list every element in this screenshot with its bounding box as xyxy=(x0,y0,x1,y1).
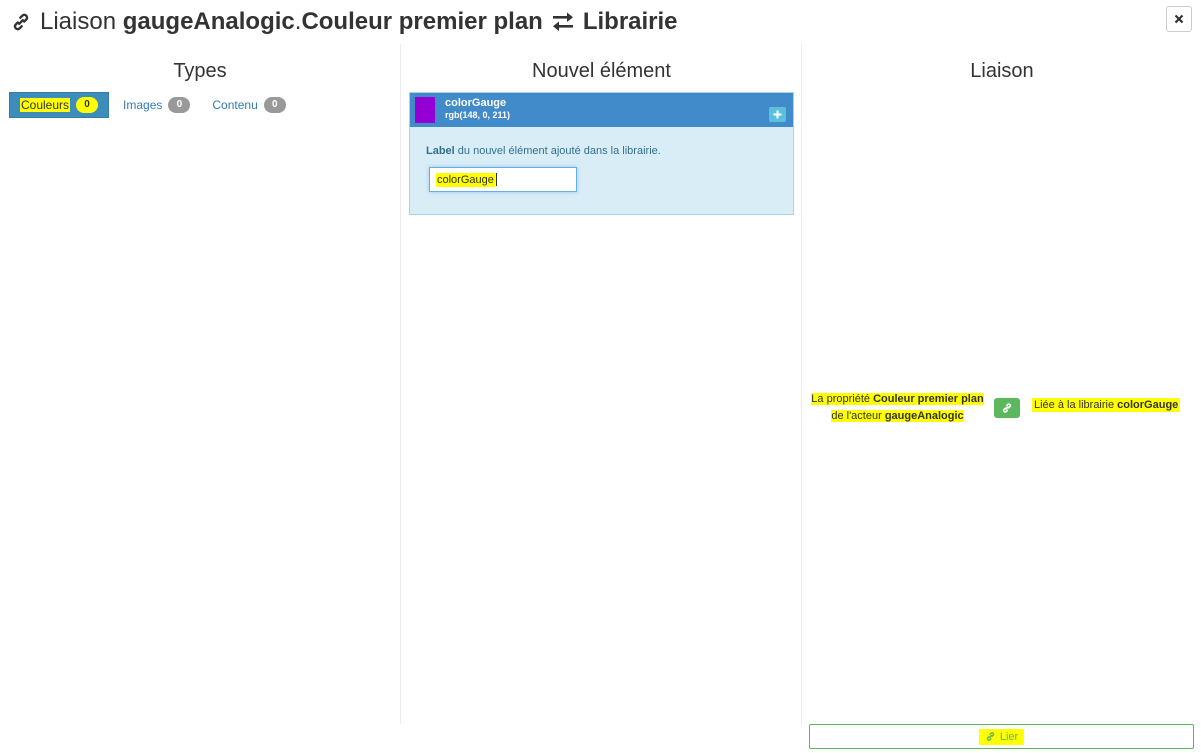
link-status-button xyxy=(994,398,1020,418)
plus-icon xyxy=(773,110,782,119)
link-summary: La propriété Couleur premier plan de l'a… xyxy=(802,389,1201,439)
type-tabs: Couleurs 0 Images 0 Contenu 0 xyxy=(9,92,300,118)
title-property: Couleur premier plan xyxy=(301,8,543,35)
item-rgb: rgb(148, 0, 211) xyxy=(445,110,511,120)
modal-header: Liaison gaugeAnalogic. Couleur premier pl… xyxy=(0,0,1201,44)
lib-prefix: Liée à la librairie xyxy=(1034,399,1118,411)
label-help-text: Label du nouvel élément ajouté dans la l… xyxy=(426,145,661,157)
new-element-title: Nouvel élément xyxy=(532,60,671,82)
prop-actor: gaugeAnalogic xyxy=(884,410,964,422)
item-name: colorGauge xyxy=(445,97,507,109)
new-element-card: colorGauge rgb(148, 0, 211) Label du nou… xyxy=(409,92,794,215)
lib-name: colorGauge xyxy=(1117,399,1179,411)
exchange-icon xyxy=(551,11,575,33)
lier-button-content: Lier xyxy=(978,728,1025,745)
title-separator: . xyxy=(294,8,302,35)
link-icon xyxy=(986,732,995,741)
tab-contenu-label: Contenu xyxy=(212,98,258,112)
label-input-value: colorGauge xyxy=(436,172,495,187)
tab-couleurs-label: Couleurs xyxy=(20,98,71,112)
library-description: Liée à la librairie colorGauge xyxy=(1032,398,1181,412)
new-element-header: colorGauge rgb(148, 0, 211) xyxy=(410,93,793,127)
title-target: Librairie xyxy=(582,8,678,35)
prop-middle: de l'acteur xyxy=(831,410,885,422)
modal-title: Liaison gaugeAnalogic. Couleur premier pl… xyxy=(10,7,678,37)
types-title: Types xyxy=(173,60,227,82)
lier-label: Lier xyxy=(999,730,1019,743)
link-icon xyxy=(1002,403,1012,413)
new-element-column: Nouvel élément colorGauge rgb(148, 0, 21… xyxy=(400,44,802,724)
prop-name: Couleur premier plan xyxy=(873,393,984,405)
tab-contenu[interactable]: Contenu 0 xyxy=(204,92,293,118)
prop-prefix: La propriété xyxy=(811,393,874,405)
close-icon xyxy=(1174,14,1184,24)
lier-button[interactable]: Lier xyxy=(809,724,1194,749)
tab-couleurs[interactable]: Couleurs 0 xyxy=(9,92,110,118)
link-icon xyxy=(10,11,32,33)
label-help-bold: Label xyxy=(426,145,455,157)
tab-images[interactable]: Images 0 xyxy=(115,92,198,118)
label-input[interactable]: colorGauge xyxy=(429,167,577,192)
label-help-rest: du nouvel élément ajouté dans la librair… xyxy=(454,145,661,157)
tab-images-count: 0 xyxy=(168,97,191,113)
property-description: La propriété Couleur premier plan de l'a… xyxy=(810,391,985,425)
close-button[interactable] xyxy=(1166,6,1192,32)
tab-images-label: Images xyxy=(123,98,163,112)
add-button[interactable] xyxy=(769,107,786,122)
title-prefix: Liaison xyxy=(40,8,117,35)
tab-contenu-count: 0 xyxy=(263,97,286,113)
text-caret xyxy=(495,173,497,186)
tab-couleurs-count: 0 xyxy=(76,97,99,113)
link-title: Liaison xyxy=(970,60,1034,82)
title-actor: gaugeAnalogic xyxy=(122,8,295,35)
link-column: Liaison La propriété Couleur premier pla… xyxy=(801,44,1201,724)
color-swatch xyxy=(415,97,435,123)
types-column: Types Couleurs 0 Images 0 Contenu 0 xyxy=(0,44,400,724)
